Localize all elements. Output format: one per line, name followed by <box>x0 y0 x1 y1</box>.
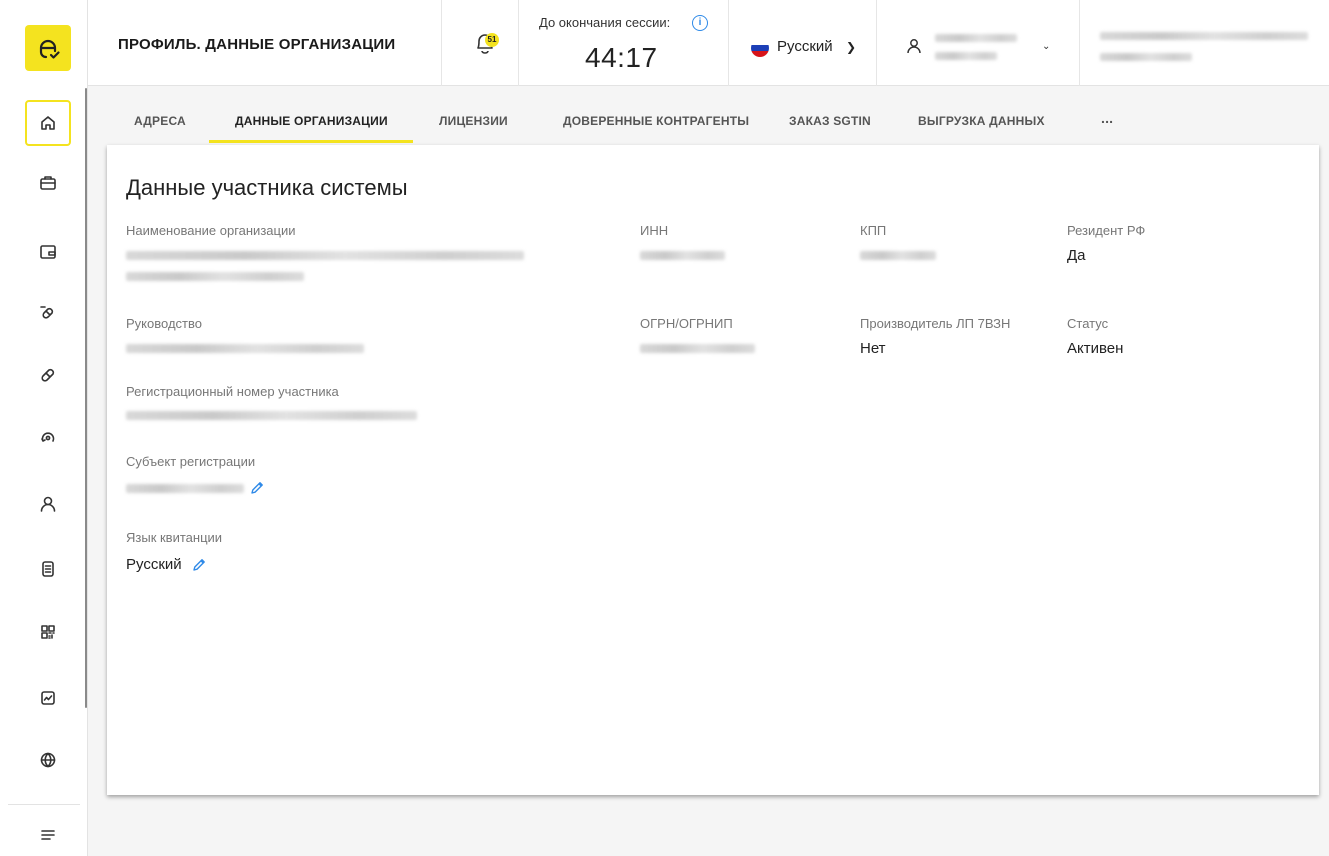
sidebar-item-pill[interactable] <box>25 352 71 398</box>
pencil-icon <box>251 482 263 494</box>
org-name-label: Наименование организации <box>126 223 296 238</box>
chart-icon <box>41 691 55 705</box>
briefcase-icon <box>40 176 56 190</box>
document-list-icon <box>42 561 54 577</box>
session-timer-cell: До окончания сессии: i 44:17 <box>519 0 729 86</box>
user-menu[interactable]: ⌄ <box>877 0 1080 86</box>
edit-receipt-lang-button[interactable] <box>191 557 207 573</box>
sidebar-item-briefcase[interactable] <box>25 160 71 206</box>
management-label: Руководство <box>126 316 202 331</box>
tab-licenses[interactable]: ЛИЦЕНЗИИ <box>439 114 508 128</box>
kpp-label: КПП <box>860 223 887 238</box>
reg-number-value-redacted <box>126 411 417 420</box>
edit-subject-button[interactable] <box>249 480 265 496</box>
home-icon <box>41 116 55 130</box>
chevron-down-icon: ❯ <box>846 40 857 54</box>
page-title: ПРОФИЛЬ. ДАННЫЕ ОРГАНИЗАЦИИ <box>118 36 396 53</box>
org-name-redacted <box>1100 32 1308 40</box>
sidebar-item-refresh[interactable] <box>25 415 71 461</box>
card-title: Данные участника системы <box>126 175 408 200</box>
tab-trusted-counterparties[interactable]: ДОВЕРЕННЫЕ КОНТРАГЕНТЫ <box>563 114 749 128</box>
sidebar-item-documents[interactable] <box>25 546 71 592</box>
wallet-icon <box>40 245 56 259</box>
receipt-lang-value: Русский <box>126 556 182 573</box>
ogrn-label: ОГРН/ОГРНИП <box>640 316 733 331</box>
app-logo[interactable] <box>25 25 71 71</box>
org-info-cell <box>1080 0 1329 86</box>
resident-label: Резидент РФ <box>1067 223 1146 238</box>
top-header: ПРОФИЛЬ. ДАННЫЕ ОРГАНИЗАЦИИ 51 До оконча… <box>88 0 1329 86</box>
page-title-cell: ПРОФИЛЬ. ДАННЫЕ ОРГАНИЗАЦИИ <box>88 0 442 86</box>
ogrn-value-redacted <box>640 344 755 353</box>
resident-value: Да <box>1067 247 1086 264</box>
globe-icon <box>40 752 56 768</box>
chevron-down-icon: ⌄ <box>1042 41 1051 52</box>
language-selector[interactable]: Русский ❯ <box>729 0 877 86</box>
sidebar-item-qr[interactable] <box>25 609 71 655</box>
status-value: Активен <box>1067 340 1124 357</box>
receipt-lang-label: Язык квитанции <box>126 530 223 545</box>
tab-data-export[interactable]: ВЫГРУЗКА ДАННЫХ <box>918 114 1045 128</box>
pill-cancel-icon <box>40 306 54 319</box>
sidebar-item-globe[interactable] <box>25 737 71 783</box>
sidebar <box>0 0 88 856</box>
notification-badge: 51 <box>485 33 499 47</box>
sidebar-divider <box>8 804 80 805</box>
org-name-value-redacted-2 <box>126 272 304 281</box>
subject-label: Субъект регистрации <box>126 454 256 469</box>
sidebar-item-home[interactable] <box>25 100 71 146</box>
notifications-button[interactable]: 51 <box>442 0 519 86</box>
producer-label: Производитель ЛП 7ВЗН <box>860 316 1011 331</box>
reg-number-label: Регистрационный номер участника <box>126 384 339 399</box>
organization-card: Данные участника системы Наименование ор… <box>107 145 1319 795</box>
language-label: Русский <box>777 38 833 55</box>
refresh-icon <box>41 432 55 442</box>
russia-flag-icon <box>751 39 769 57</box>
qr-code-icon <box>41 625 55 639</box>
menu-icon <box>41 830 55 840</box>
info-icon[interactable]: i <box>692 15 708 31</box>
tabs-more-button[interactable]: ... <box>1101 110 1113 126</box>
session-label: До окончания сессии: <box>539 15 671 30</box>
user-role-redacted <box>935 52 997 60</box>
sidebar-item-analytics[interactable] <box>25 675 71 721</box>
producer-value: Нет <box>860 340 886 357</box>
inn-value-redacted <box>640 251 725 260</box>
tab-organization-data[interactable]: ДАННЫЕ ОРГАНИЗАЦИИ <box>235 114 388 128</box>
org-id-redacted <box>1100 53 1192 61</box>
management-value-redacted <box>126 344 364 353</box>
pencil-icon <box>193 559 205 571</box>
user-icon <box>40 496 56 512</box>
sidebar-item-wallet[interactable] <box>25 229 71 275</box>
pill-icon <box>41 368 55 382</box>
inn-label: ИНН <box>640 223 669 238</box>
sidebar-menu-toggle[interactable] <box>25 811 71 856</box>
org-name-value-redacted <box>126 251 524 260</box>
subject-value-redacted <box>126 484 244 493</box>
tab-sgtin-order[interactable]: ЗАКАЗ SGTIN <box>789 114 871 128</box>
status-label: Статус <box>1067 316 1109 331</box>
session-timer: 44:17 <box>585 42 658 73</box>
sidebar-item-pill-cancel[interactable] <box>25 290 71 336</box>
sidebar-item-user[interactable] <box>25 481 71 527</box>
sidebar-scrollbar[interactable] <box>85 88 87 708</box>
active-tab-indicator <box>209 140 413 143</box>
kpp-value-redacted <box>860 251 936 260</box>
tab-addresses[interactable]: АДРЕСА <box>134 114 186 128</box>
user-name-redacted <box>935 34 1017 42</box>
logo-icon <box>39 39 60 59</box>
user-icon <box>907 39 921 54</box>
profile-tabs: АДРЕСА ДАННЫЕ ОРГАНИЗАЦИИ ЛИЦЕНЗИИ ДОВЕР… <box>88 96 1329 144</box>
